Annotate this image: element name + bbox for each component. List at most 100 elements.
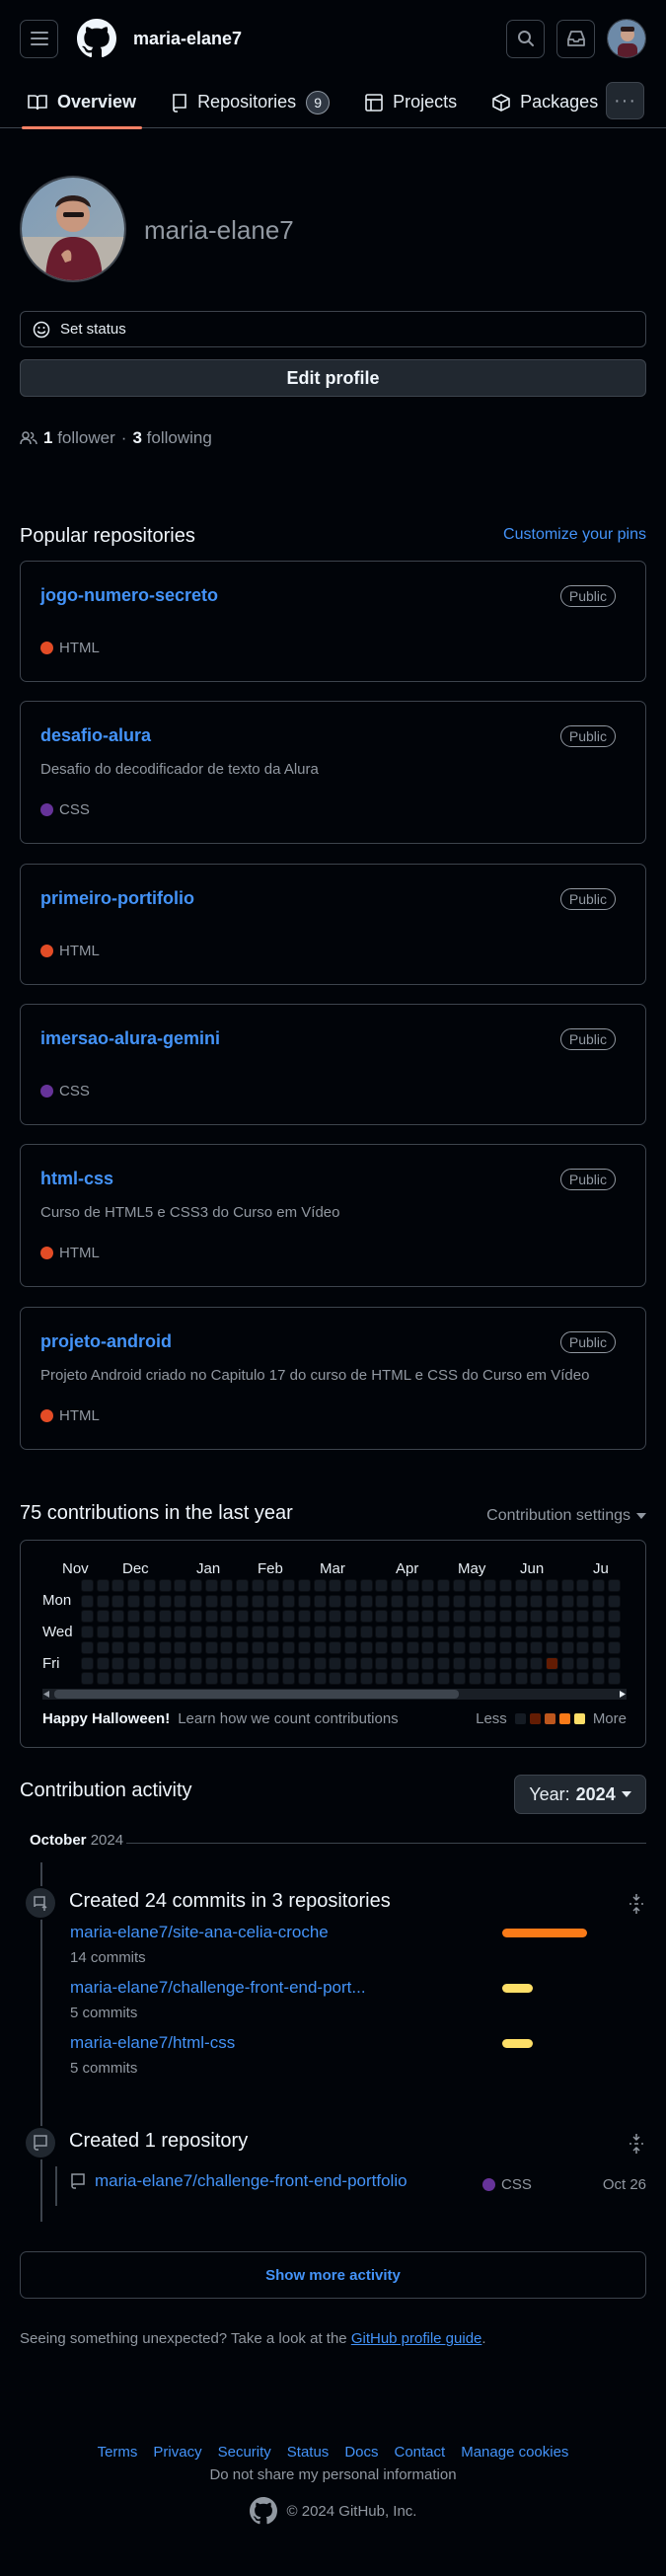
contribution-day[interactable]	[391, 1672, 404, 1686]
contribution-day[interactable]	[96, 1610, 110, 1624]
contribution-day[interactable]	[607, 1640, 621, 1654]
contribution-day[interactable]	[158, 1672, 172, 1686]
contribution-day[interactable]	[220, 1610, 234, 1624]
contribution-day[interactable]	[560, 1610, 574, 1624]
contribution-day[interactable]	[204, 1656, 218, 1670]
contribution-day[interactable]	[313, 1594, 327, 1608]
contribution-day[interactable]	[297, 1594, 311, 1608]
menu-button[interactable]	[20, 19, 58, 58]
contribution-day[interactable]	[251, 1579, 264, 1592]
footer-link[interactable]: Privacy	[153, 2444, 201, 2461]
contribution-day[interactable]	[468, 1640, 481, 1654]
contribution-day[interactable]	[546, 1640, 558, 1654]
contribution-day[interactable]	[81, 1626, 94, 1639]
contribution-day[interactable]	[111, 1656, 125, 1670]
contribution-day[interactable]	[282, 1594, 296, 1608]
contribution-day[interactable]	[576, 1640, 590, 1654]
tab-packages[interactable]: Packages	[481, 77, 610, 128]
contribution-day[interactable]	[560, 1672, 574, 1686]
github-mark-icon[interactable]	[77, 19, 116, 58]
edit-profile-button[interactable]: Edit profile	[20, 359, 646, 397]
learn-contributions-link[interactable]: Learn how we count contributions	[178, 1710, 398, 1727]
contribution-day[interactable]	[188, 1656, 202, 1670]
commit-count-link[interactable]: 14 commits	[70, 1949, 146, 1966]
contribution-day[interactable]	[142, 1626, 156, 1639]
footer-link[interactable]: Docs	[344, 2444, 378, 2461]
contribution-day[interactable]	[142, 1640, 156, 1654]
contribution-day[interactable]	[607, 1610, 621, 1624]
contribution-day[interactable]	[483, 1626, 497, 1639]
contribution-day[interactable]	[127, 1640, 141, 1654]
contribution-day[interactable]	[421, 1579, 435, 1592]
contribution-day[interactable]	[158, 1594, 172, 1608]
contribution-day[interactable]	[266, 1610, 280, 1624]
contribution-day[interactable]	[468, 1626, 481, 1639]
contribution-day[interactable]	[514, 1640, 528, 1654]
contribution-day[interactable]	[498, 1594, 512, 1608]
contribution-day[interactable]	[546, 1626, 558, 1639]
contribution-day[interactable]	[329, 1579, 342, 1592]
contribution-day[interactable]	[530, 1656, 544, 1670]
do-not-share-link[interactable]: Do not share my personal information	[0, 2466, 666, 2483]
tab-overview[interactable]: Overview	[16, 77, 148, 129]
contribution-day[interactable]	[111, 1626, 125, 1639]
contribution-day[interactable]	[375, 1610, 389, 1624]
contribution-day[interactable]	[236, 1640, 249, 1654]
contribution-day[interactable]	[313, 1672, 327, 1686]
contribution-day[interactable]	[158, 1626, 172, 1639]
contribution-day[interactable]	[127, 1610, 141, 1624]
contribution-day[interactable]	[514, 1579, 528, 1592]
contribution-day[interactable]	[359, 1610, 373, 1624]
contribution-day[interactable]	[452, 1656, 466, 1670]
followers-link[interactable]: 1 follower	[43, 428, 115, 448]
footer-link[interactable]: Manage cookies	[461, 2444, 568, 2461]
contribution-day[interactable]	[391, 1579, 404, 1592]
contribution-day[interactable]	[406, 1656, 419, 1670]
contribution-day[interactable]	[266, 1672, 280, 1686]
contribution-day[interactable]	[592, 1672, 606, 1686]
contribution-day[interactable]	[158, 1640, 172, 1654]
contribution-day[interactable]	[607, 1594, 621, 1608]
contribution-day[interactable]	[96, 1672, 110, 1686]
repo-name-link[interactable]: jogo-numero-secreto	[40, 585, 218, 606]
contribution-day[interactable]	[421, 1626, 435, 1639]
contribution-day[interactable]	[142, 1594, 156, 1608]
contribution-day[interactable]	[127, 1579, 141, 1592]
contribution-day[interactable]	[236, 1594, 249, 1608]
tab-projects[interactable]: Projects	[353, 77, 469, 128]
contribution-day[interactable]	[297, 1579, 311, 1592]
contribution-day[interactable]	[406, 1610, 419, 1624]
repo-name-link[interactable]: html-css	[40, 1169, 113, 1189]
contribution-day[interactable]	[375, 1640, 389, 1654]
inbox-button[interactable]	[556, 19, 595, 58]
contribution-day[interactable]	[452, 1672, 466, 1686]
contribution-day[interactable]	[220, 1656, 234, 1670]
contribution-day[interactable]	[111, 1610, 125, 1624]
contribution-day[interactable]	[313, 1626, 327, 1639]
repo-name-link[interactable]: imersao-alura-gemini	[40, 1028, 220, 1049]
contribution-day[interactable]	[313, 1579, 327, 1592]
commit-repo-link[interactable]: maria-elane7/challenge-front-end-port...	[70, 1978, 366, 1998]
contribution-day[interactable]	[437, 1610, 451, 1624]
contribution-day[interactable]	[592, 1579, 606, 1592]
contribution-day[interactable]	[142, 1579, 156, 1592]
contribution-day[interactable]	[576, 1610, 590, 1624]
contribution-day[interactable]	[329, 1672, 342, 1686]
contribution-day[interactable]	[483, 1579, 497, 1592]
contribution-day[interactable]	[483, 1672, 497, 1686]
contribution-day[interactable]	[188, 1610, 202, 1624]
contribution-day[interactable]	[546, 1672, 558, 1686]
contribution-day[interactable]	[391, 1610, 404, 1624]
contribution-day[interactable]	[483, 1610, 497, 1624]
contribution-day[interactable]	[498, 1610, 512, 1624]
contribution-day[interactable]	[421, 1610, 435, 1624]
contribution-day[interactable]	[483, 1640, 497, 1654]
contribution-day[interactable]	[576, 1672, 590, 1686]
contribution-day[interactable]	[111, 1640, 125, 1654]
contribution-day[interactable]	[220, 1640, 234, 1654]
contribution-day[interactable]	[498, 1672, 512, 1686]
contribution-day[interactable]	[607, 1579, 621, 1592]
fold-icon[interactable]	[629, 2134, 644, 2154]
contribution-day[interactable]	[297, 1672, 311, 1686]
user-avatar-button[interactable]	[607, 19, 646, 58]
